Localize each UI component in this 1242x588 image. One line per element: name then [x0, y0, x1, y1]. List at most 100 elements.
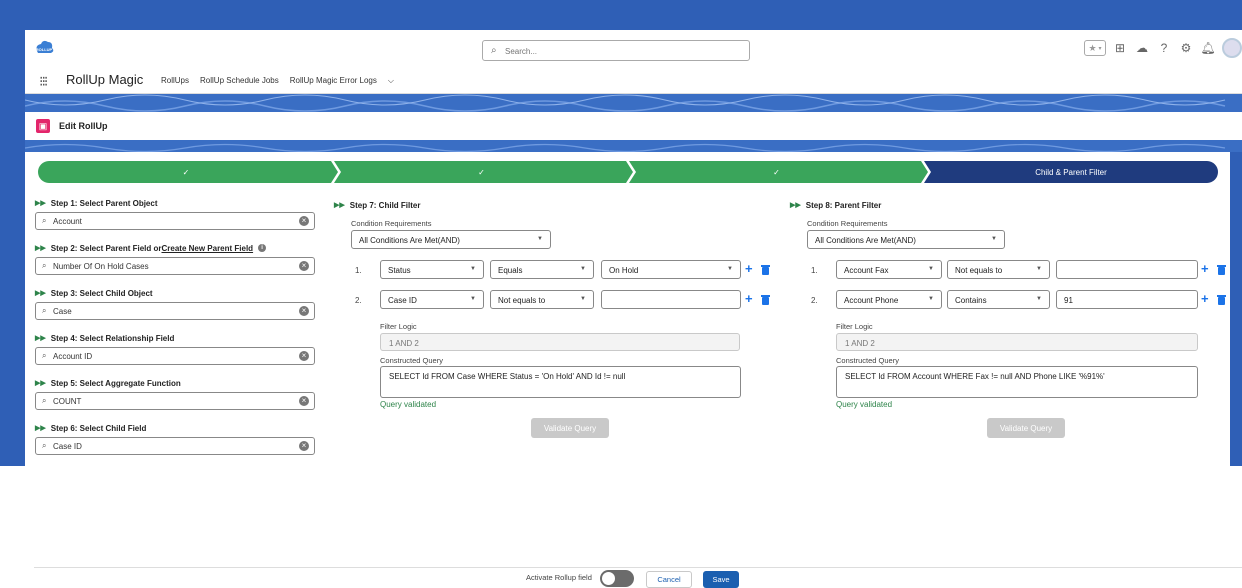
validate-query-button[interactable]: Validate Query	[531, 418, 609, 438]
step-arrow-icon: ▶▶	[35, 290, 46, 297]
search-icon: ⌕	[42, 441, 47, 450]
parent-row2-operator-select[interactable]: Contains ▼	[947, 290, 1050, 309]
add-icon[interactable]: ⊞	[1112, 40, 1128, 56]
add-row-icon[interactable]: +	[745, 291, 753, 306]
parent-row2-field-select[interactable]: Account Phone ▼	[836, 290, 942, 309]
child-query-textarea[interactable]: SELECT Id FROM Case WHERE Status = 'On H…	[380, 366, 741, 398]
delete-row-icon[interactable]	[761, 265, 770, 275]
nav-item-schedule-jobs[interactable]: RollUp Schedule Jobs	[200, 76, 279, 86]
create-parent-field-link[interactable]: Create New Parent Field	[161, 244, 253, 253]
aggregate-function-lookup[interactable]: ⌕ COUNT ×	[35, 392, 315, 410]
child-row1-value-select[interactable]: On Hold ▼	[601, 260, 741, 279]
select-value: All Conditions Are Met(AND)	[815, 236, 916, 245]
textarea-value: SELECT Id FROM Account WHERE Fax != null…	[845, 372, 1105, 381]
clear-icon[interactable]: ×	[299, 261, 309, 271]
select-value: Not equals to	[498, 296, 546, 305]
add-row-icon[interactable]: +	[1201, 291, 1209, 306]
step-4-label: Step 4: Select Relationship Field	[50, 333, 175, 343]
row-number: 2.	[811, 296, 818, 305]
cloud-help-icon[interactable]: ☁	[1134, 40, 1150, 56]
lookup-value: COUNT	[53, 397, 82, 406]
activate-rollup-toggle[interactable]	[600, 570, 634, 587]
add-row-icon[interactable]: +	[745, 261, 753, 276]
lookup-value: Case	[53, 307, 72, 316]
select-value: Contains	[955, 296, 987, 305]
global-search[interactable]: ⌕	[482, 40, 750, 61]
search-input[interactable]	[505, 44, 735, 58]
step-1: ▶▶ Step 1: Select Parent Object ⌕ Account ×	[35, 197, 317, 242]
chevron-down-icon: ▼	[580, 266, 586, 272]
clear-icon[interactable]: ×	[299, 351, 309, 361]
toggle-knob	[602, 572, 615, 585]
select-value: Account Fax	[844, 266, 889, 275]
avatar[interactable]	[1222, 38, 1242, 58]
favorites-button[interactable]: ★ ▾	[1084, 40, 1106, 56]
query-validated-text: Query validated	[836, 400, 893, 409]
save-button[interactable]: Save	[703, 571, 739, 588]
nav-item-error-logs[interactable]: RollUp Magic Error Logs	[290, 76, 377, 86]
child-row2-field-select[interactable]: Case ID ▼	[380, 290, 484, 309]
child-condition-select[interactable]: All Conditions Are Met(AND) ▼	[351, 230, 551, 249]
input-value: 1 AND 2	[389, 339, 419, 348]
child-row2-operator-select[interactable]: Not equals to ▼	[490, 290, 594, 309]
relationship-field-lookup[interactable]: ⌕ Account ID ×	[35, 347, 315, 365]
chevron-down-icon: ▼	[991, 236, 997, 242]
child-object-lookup[interactable]: ⌕ Case ×	[35, 302, 315, 320]
search-icon: ⌕	[42, 261, 47, 270]
select-value: On Hold	[609, 266, 639, 275]
lookup-value: Account ID	[53, 352, 93, 361]
step-2-label: Step 2: Select Parent Field or	[50, 243, 162, 253]
footer-actions: Activate Rollup field Cancel Save	[0, 570, 1242, 588]
chevron-down-icon: ▼	[537, 236, 543, 242]
clear-icon[interactable]: ×	[299, 216, 309, 226]
step-arrow-icon: ▶▶	[35, 335, 46, 342]
path-stage-4-label: Child & Parent Filter	[1035, 167, 1107, 177]
question-icon[interactable]: ?	[1156, 40, 1172, 56]
textarea-value: SELECT Id FROM Case WHERE Status = 'On H…	[389, 372, 626, 381]
parent-field-lookup[interactable]: ⌕ Number Of On Hold Cases ×	[35, 257, 315, 275]
step-arrow-icon: ▶▶	[35, 380, 46, 387]
delete-row-icon[interactable]	[761, 295, 770, 305]
chevron-down-icon: ▼	[1036, 296, 1042, 302]
child-row1-operator-select[interactable]: Equals ▼	[490, 260, 594, 279]
condition-requirements-label: Condition Requirements	[807, 219, 888, 228]
nav-more-chevron-icon[interactable]: ⌵	[388, 76, 394, 86]
step-6-label: Step 6: Select Child Field	[50, 423, 147, 433]
parent-row1-value-input[interactable]	[1056, 260, 1198, 279]
clear-icon[interactable]: ×	[299, 306, 309, 316]
validate-query-button[interactable]: Validate Query	[987, 418, 1065, 438]
chevron-down-icon: ▼	[928, 296, 934, 302]
step-arrow-icon: ▶▶	[334, 202, 345, 209]
parent-row2-value-input[interactable]: 91	[1056, 290, 1198, 309]
delete-row-icon[interactable]	[1217, 265, 1226, 275]
step-arrow-icon: ▶▶	[35, 245, 46, 252]
add-row-icon[interactable]: +	[1201, 261, 1209, 276]
search-icon: ⌕	[42, 351, 47, 360]
parent-object-lookup[interactable]: ⌕ Account ×	[35, 212, 315, 230]
star-icon: ★	[1088, 42, 1097, 53]
clear-icon[interactable]: ×	[299, 441, 309, 451]
parent-condition-select[interactable]: All Conditions Are Met(AND) ▼	[807, 230, 1005, 249]
input-value: 91	[1064, 296, 1073, 305]
clear-icon[interactable]: ×	[299, 396, 309, 406]
lookup-value: Number Of On Hold Cases	[53, 262, 149, 271]
parent-row1-operator-select[interactable]: Not equals to ▼	[947, 260, 1050, 279]
child-filter-logic-input: 1 AND 2	[380, 333, 740, 351]
child-field-lookup[interactable]: ⌕ Case ID ×	[35, 437, 315, 455]
delete-row-icon[interactable]	[1217, 295, 1226, 305]
filter-logic-label: Filter Logic	[380, 322, 417, 331]
bell-icon[interactable]: 🔔︎	[1200, 40, 1216, 56]
parent-row1-field-select[interactable]: Account Fax ▼	[836, 260, 942, 279]
cancel-button[interactable]: Cancel	[646, 571, 692, 588]
row-number: 2.	[355, 296, 362, 305]
info-icon[interactable]: i	[258, 244, 267, 252]
parent-filter-logic-input: 1 AND 2	[836, 333, 1198, 351]
app-launcher-icon[interactable]: ⁝⁝⁝	[39, 73, 48, 90]
parent-query-textarea[interactable]: SELECT Id FROM Account WHERE Fax != null…	[836, 366, 1198, 398]
app-name: RollUp Magic	[66, 72, 144, 87]
gear-icon[interactable]: ⚙	[1178, 40, 1194, 56]
child-row1-field-select[interactable]: Status ▼	[380, 260, 484, 279]
page-background-right	[1230, 152, 1242, 466]
child-row2-value-input[interactable]	[601, 290, 741, 309]
nav-item-rollups[interactable]: RollUps	[161, 76, 189, 86]
